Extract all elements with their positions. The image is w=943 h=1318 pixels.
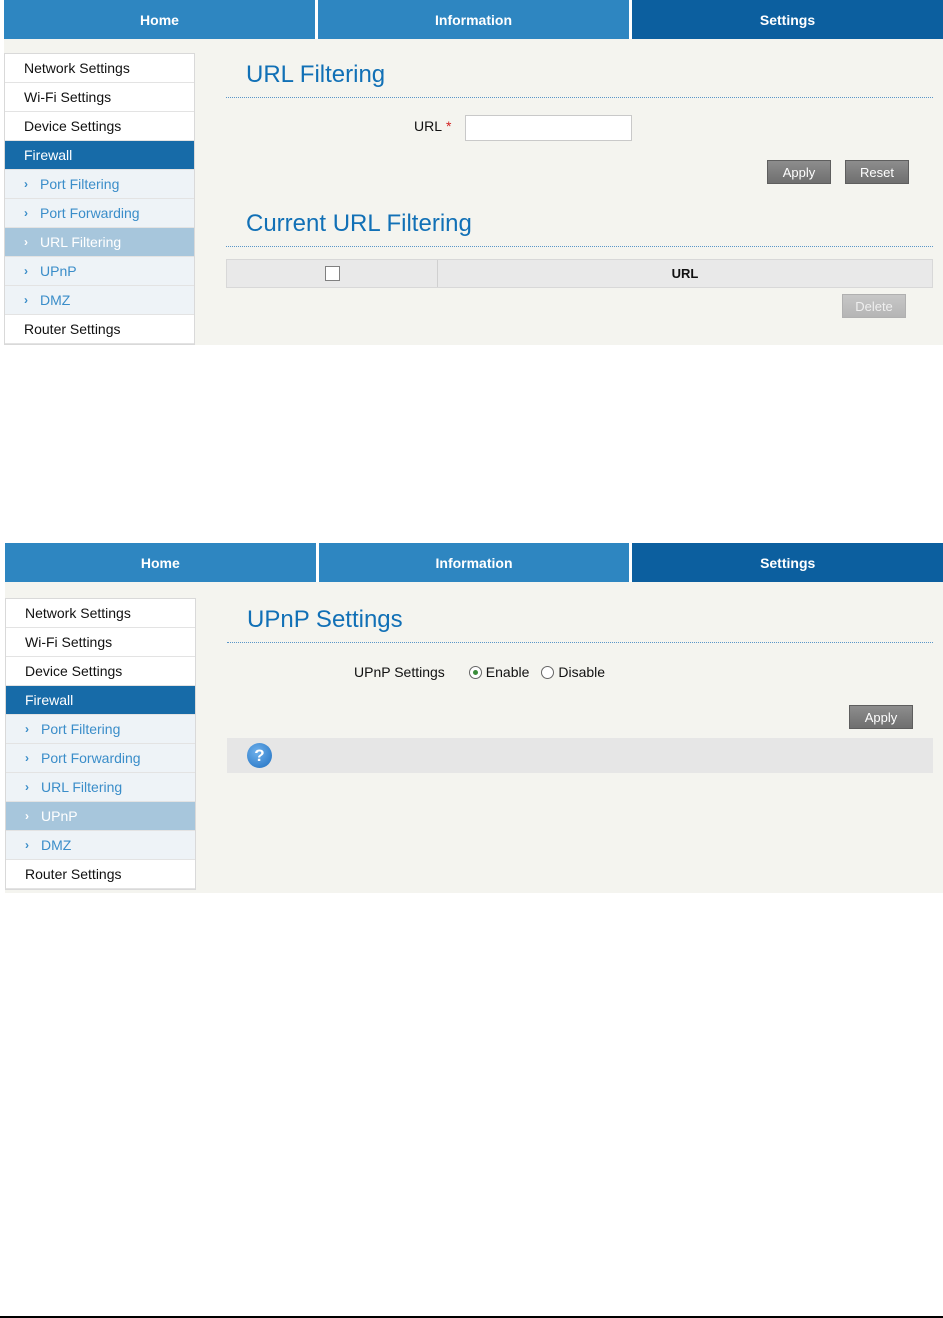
sidebar-sub-port-filtering[interactable]: › Port Filtering [5, 170, 194, 199]
select-all-cell [227, 260, 438, 287]
sidebar-sub-label: Port Forwarding [41, 750, 141, 766]
sidebar-item-router-settings[interactable]: Router Settings [5, 315, 194, 344]
url-label: URL [414, 118, 443, 134]
enable-radio[interactable] [468, 665, 482, 679]
top-nav: Home Information Settings [5, 543, 943, 582]
sidebar-item-wifi-settings[interactable]: Wi-Fi Settings [6, 628, 195, 657]
main-content: URL Filtering URL * Apply Reset Current U… [226, 53, 933, 318]
sidebar-item-device-settings[interactable]: Device Settings [5, 112, 194, 141]
url-field-label: URL * [414, 118, 451, 134]
upnp-settings-row: UPnP Settings Enable Disable [354, 664, 605, 680]
select-all-checkbox[interactable] [324, 266, 340, 281]
sidebar-sub-dmz[interactable]: › DMZ [6, 831, 195, 860]
sidebar: Network Settings Wi-Fi Settings Device S… [5, 598, 196, 890]
chevron-right-icon: › [25, 780, 29, 794]
current-url-filtering-title: Current URL Filtering [226, 202, 933, 247]
url-input[interactable] [465, 115, 632, 141]
sidebar-sub-port-filtering[interactable]: › Port Filtering [6, 715, 195, 744]
sidebar-item-network-settings[interactable]: Network Settings [6, 599, 195, 628]
sidebar-sub-label: Port Filtering [41, 721, 121, 737]
chevron-right-icon: › [24, 293, 28, 307]
chevron-right-icon: › [25, 722, 29, 736]
help-icon[interactable]: ? [247, 743, 272, 768]
nav-tab-information[interactable]: Information [318, 543, 630, 582]
nav-tab-settings[interactable]: Settings [632, 0, 943, 39]
radio-selected-dot [472, 669, 478, 675]
sidebar-sub-label: UPnP [40, 263, 77, 279]
sidebar-item-device-settings[interactable]: Device Settings [6, 657, 195, 686]
sidebar-sub-label: DMZ [40, 292, 71, 308]
nav-tab-home[interactable]: Home [4, 0, 315, 39]
sidebar-item-wifi-settings[interactable]: Wi-Fi Settings [5, 83, 194, 112]
sidebar-item-router-settings[interactable]: Router Settings [6, 860, 195, 889]
nav-tab-information[interactable]: Information [318, 0, 629, 39]
upnp-settings-screen: Home Information Settings Network Settin… [5, 543, 943, 893]
nav-tab-home[interactable]: Home [5, 543, 316, 582]
enable-label: Enable [485, 664, 530, 680]
help-bar: ? [227, 738, 933, 773]
sidebar-sub-label: URL Filtering [41, 779, 123, 795]
apply-button[interactable]: Apply [767, 160, 831, 184]
page-title: URL Filtering [226, 53, 933, 98]
sidebar-sub-label: UPnP [41, 808, 78, 824]
sidebar-sub-port-forwarding[interactable]: › Port Forwarding [6, 744, 195, 773]
upnp-settings-label: UPnP Settings [354, 664, 445, 680]
reset-button[interactable]: Reset [845, 160, 909, 184]
apply-button[interactable]: Apply [849, 705, 913, 729]
main-content: UPnP Settings UPnP Settings Enable Disab… [227, 598, 933, 773]
chevron-right-icon: › [25, 751, 29, 765]
url-filtering-screen: Home Information Settings Network Settin… [4, 0, 943, 345]
chevron-right-icon: › [25, 838, 29, 852]
url-column-header: URL [671, 266, 699, 281]
sidebar-sub-upnp[interactable]: › UPnP [6, 802, 195, 831]
sidebar-item-firewall[interactable]: Firewall [5, 141, 194, 170]
chevron-right-icon: › [25, 809, 29, 823]
sidebar-sub-label: URL Filtering [40, 234, 122, 250]
sidebar-item-network-settings[interactable]: Network Settings [5, 54, 194, 83]
sidebar-sub-upnp[interactable]: › UPnP [5, 257, 194, 286]
chevron-right-icon: › [24, 177, 28, 191]
sidebar-sub-label: DMZ [41, 837, 72, 853]
url-table-header: URL [226, 259, 933, 288]
page-title: UPnP Settings [227, 598, 933, 643]
chevron-right-icon: › [24, 264, 28, 278]
sidebar: Network Settings Wi-Fi Settings Device S… [4, 53, 195, 345]
sidebar-sub-url-filtering[interactable]: › URL Filtering [5, 228, 194, 257]
nav-tab-settings[interactable]: Settings [632, 543, 943, 582]
sidebar-sub-port-forwarding[interactable]: › Port Forwarding [5, 199, 194, 228]
top-nav: Home Information Settings [4, 0, 943, 39]
sidebar-sub-label: Port Forwarding [40, 205, 140, 221]
disable-radio[interactable] [541, 665, 555, 679]
chevron-right-icon: › [24, 206, 28, 220]
disable-label: Disable [558, 664, 606, 680]
delete-button[interactable]: Delete [842, 294, 906, 318]
chevron-right-icon: › [24, 235, 28, 249]
sidebar-sub-url-filtering[interactable]: › URL Filtering [6, 773, 195, 802]
sidebar-sub-label: Port Filtering [40, 176, 120, 192]
sidebar-sub-dmz[interactable]: › DMZ [5, 286, 194, 315]
sidebar-item-firewall[interactable]: Firewall [6, 686, 195, 715]
required-mark: * [446, 118, 452, 134]
